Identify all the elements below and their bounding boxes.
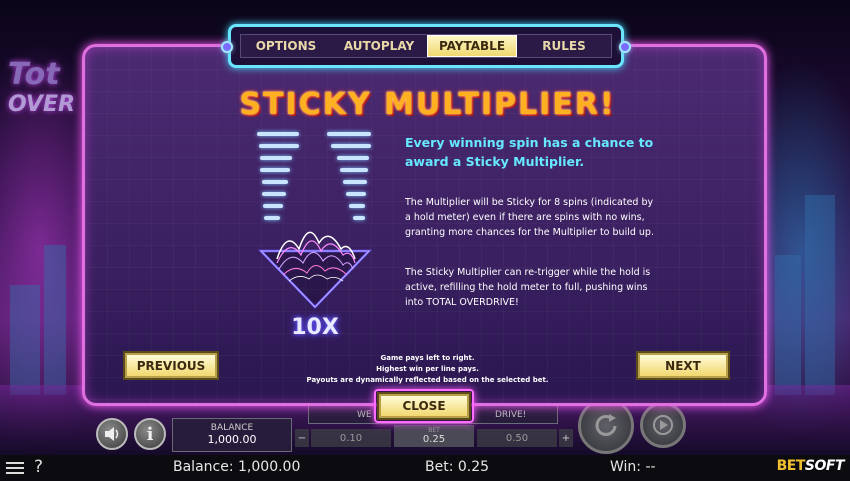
payout-note: Highest win per line pays. xyxy=(376,365,479,373)
brand-left: BET xyxy=(776,458,806,474)
tab-autoplay[interactable]: AUTOPLAY xyxy=(331,35,427,57)
payout-notes: Game pays left to right. Highest win per… xyxy=(285,353,570,386)
status-balance: Balance: 1,000.00 xyxy=(173,459,300,475)
bet-option-label: 0.50 xyxy=(505,432,529,444)
hold-meter-bar xyxy=(260,168,290,172)
bet-option[interactable]: 0.10 xyxy=(311,429,391,447)
tab-bar-right-ornament xyxy=(619,41,631,53)
betsoft-logo: BETSOFT xyxy=(776,458,845,474)
plus-icon: + xyxy=(561,432,571,444)
hold-meter-bar xyxy=(263,204,283,208)
bet-option[interactable]: 0.50 xyxy=(477,429,557,447)
hold-meter-bar xyxy=(349,204,365,208)
tab-bar-left-ornament xyxy=(221,41,233,53)
close-button-frame: CLOSE xyxy=(374,389,474,423)
payout-note: Payouts are dynamically reflected based … xyxy=(306,376,549,384)
hold-meter-bar xyxy=(340,168,368,172)
spin-button[interactable] xyxy=(578,398,634,454)
hud-balance-label: BALANCE xyxy=(210,423,254,433)
minus-icon: − xyxy=(297,432,307,444)
background-building xyxy=(44,245,66,395)
status-win: Win: -- xyxy=(610,459,656,475)
hud-banner-fragment-left: WE xyxy=(357,410,372,420)
feature-lead-text: Every winning spin has a chance to award… xyxy=(405,135,654,169)
tabs: OPTIONS AUTOPLAY PAYTABLE RULES xyxy=(240,34,612,58)
tab-rules[interactable]: RULES xyxy=(517,35,611,57)
status-win-label: Win: xyxy=(610,459,642,475)
hold-meter-bar xyxy=(346,192,366,196)
bet-increase-button[interactable]: + xyxy=(559,429,573,447)
status-bet-value: 0.25 xyxy=(457,459,490,475)
status-win-value: -- xyxy=(645,459,656,475)
hold-meter-bar xyxy=(257,132,299,136)
bet-option-selected-caption: BET xyxy=(428,427,440,434)
tab-paytable[interactable]: PAYTABLE xyxy=(427,35,517,57)
status-balance-value: 1,000.00 xyxy=(238,459,301,475)
bet-option-selected-label: 0.25 xyxy=(422,434,446,445)
bet-option-selected[interactable]: BET 0.25 xyxy=(394,425,474,447)
hold-meter-illustration xyxy=(257,132,377,222)
sound-button[interactable] xyxy=(96,418,128,450)
menu-icon[interactable] xyxy=(6,459,24,477)
play-icon xyxy=(653,415,673,435)
background-logo-line1: Tot xyxy=(8,57,60,92)
hold-meter-bar xyxy=(259,144,299,148)
status-balance-label: Balance: xyxy=(173,459,234,475)
feature-description-1: The Multiplier will be Sticky for 8 spin… xyxy=(405,197,654,238)
hold-meter-bar xyxy=(327,132,371,136)
bet-decrease-button[interactable]: − xyxy=(295,429,309,447)
background-logo-line2: OVER xyxy=(8,92,75,117)
next-button[interactable]: NEXT xyxy=(638,353,728,378)
help-icon[interactable]: ? xyxy=(34,457,43,477)
background-building xyxy=(10,285,40,395)
status-bet-label: Bet: xyxy=(425,459,454,475)
refresh-icon xyxy=(595,414,617,436)
previous-button[interactable]: PREVIOUS xyxy=(125,353,217,378)
hud-balance-box: BALANCE 1,000.00 xyxy=(172,418,292,452)
autoplay-button[interactable] xyxy=(640,402,686,448)
tab-bar: OPTIONS AUTOPLAY PAYTABLE RULES xyxy=(221,24,631,68)
page-title: STICKY MULTIPLIER! xyxy=(239,87,616,122)
paytable-modal: STICKY MULTIPLIER! 10X Every winning spi… xyxy=(82,44,767,406)
brand-right: SOFT xyxy=(804,458,845,474)
hold-meter-bar xyxy=(262,180,288,184)
hold-meter-bar xyxy=(343,180,367,184)
sticky-multiplier-symbol xyxy=(258,231,372,309)
hold-meter-bar xyxy=(337,156,369,160)
hold-meter-bar xyxy=(262,192,286,196)
hold-meter-bar xyxy=(260,156,292,160)
background-building xyxy=(775,255,801,395)
status-bet: Bet: 0.25 xyxy=(425,459,489,475)
hud-balance-value: 1,000.00 xyxy=(207,433,257,446)
tab-options[interactable]: OPTIONS xyxy=(241,35,331,57)
info-icon: i xyxy=(146,423,154,445)
speaker-icon xyxy=(105,427,119,441)
multiplier-value: 10X xyxy=(291,315,339,340)
info-button[interactable]: i xyxy=(134,418,166,450)
hud-banner-fragment-right: DRIVE! xyxy=(495,410,527,420)
hold-meter-bar xyxy=(331,144,371,148)
feature-description-2: The Sticky Multiplier can re-trigger whi… xyxy=(405,267,651,308)
bet-option-label: 0.10 xyxy=(339,432,363,444)
background-game-logo: Tot OVER xyxy=(8,60,75,120)
status-bar: ? Balance: 1,000.00 Bet: 0.25 Win: -- BE… xyxy=(0,455,850,481)
background-building xyxy=(805,195,835,395)
close-button[interactable]: CLOSE xyxy=(379,394,469,418)
payout-note: Game pays left to right. xyxy=(380,354,475,362)
